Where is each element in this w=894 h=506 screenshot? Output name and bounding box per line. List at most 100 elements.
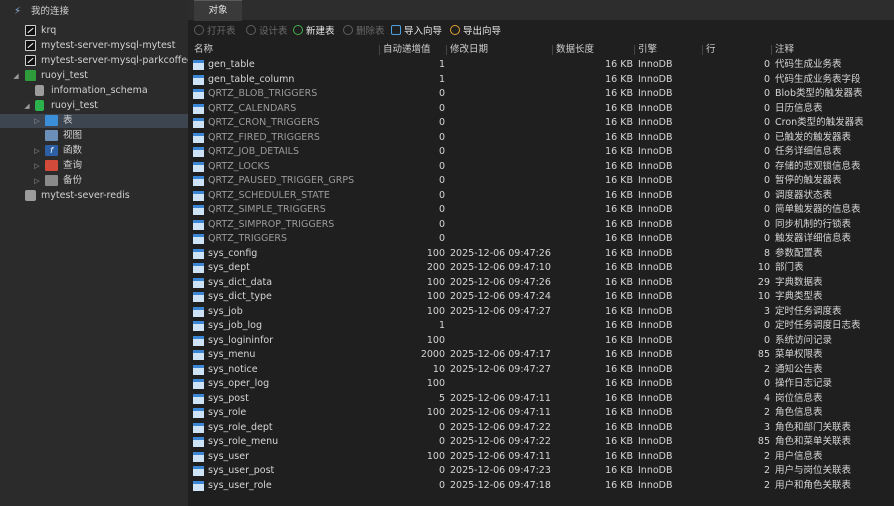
export-wizard-button[interactable]: 导出向导 <box>450 25 501 39</box>
data-length: 16 KB <box>605 349 633 360</box>
table-row[interactable]: sys_user 100 2025-12-06 09:47:11 16 KB InnoD… <box>188 450 894 465</box>
table-name: sys_job_log <box>208 320 262 331</box>
table-row[interactable]: gen_table_column 1 16 KB InnoDB 0 代码生成业务表字段 <box>188 73 894 88</box>
table-comment: 岗位信息表 <box>775 392 823 404</box>
tree-item-connection-redis[interactable]: mytest-sever-redis <box>0 189 188 203</box>
tree-item-tables[interactable]: ▷ 表 <box>0 114 188 128</box>
column-divider[interactable] <box>446 45 447 55</box>
table-name: QRTZ_PAUSED_TRIGGER_GRPS <box>208 175 355 186</box>
table-row[interactable]: sys_dict_data 100 2025-12-06 09:47:26 16 KB… <box>188 276 894 291</box>
table-row[interactable]: QRTZ_JOB_DETAILS 0 16 KB InnoDB 0 任务详细信息表 <box>188 145 894 160</box>
table-row[interactable]: QRTZ_SCHEDULER_STATE 0 16 KB InnoDB 0 调度器状态表 <box>188 189 894 204</box>
column-divider[interactable] <box>771 45 772 55</box>
tree-item-label: krq <box>41 25 57 36</box>
tree-item-db-ruoyi-test[interactable]: ◢ ruoyi_test <box>0 99 188 113</box>
table-row[interactable]: gen_table 1 16 KB InnoDB 0 代码生成业务表 <box>188 58 894 73</box>
row-count: 0 <box>763 334 770 346</box>
table-row[interactable]: sys_menu 2000 2025-12-06 09:47:17 16 KB Inno… <box>188 348 894 363</box>
engine: InnoDB <box>638 88 673 99</box>
expand-arrow-icon[interactable]: ◢ <box>23 99 31 113</box>
table-comment: 字典数据表 <box>775 276 823 288</box>
tree-item-connection-ruoyi-test[interactable]: ◢ ruoyi_test <box>0 69 188 83</box>
import-wizard-button[interactable]: 导入向导 <box>391 25 442 39</box>
table-row[interactable]: sys_post 5 2025-12-06 09:47:11 16 KB InnoDB 4… <box>188 392 894 407</box>
tree-item-queries[interactable]: ▷ 查询 <box>0 159 188 173</box>
table-icon <box>193 89 204 99</box>
table-comment: 菜单权限表 <box>775 349 823 360</box>
column-divider[interactable] <box>552 45 553 55</box>
column-header-name[interactable]: 名称 <box>194 43 213 57</box>
expand-arrow-icon[interactable]: ◢ <box>12 69 20 83</box>
table-icon <box>193 393 204 404</box>
table-row[interactable]: sys_user_post 0 2025-12-06 09:47:23 16 KB In… <box>188 464 894 479</box>
table-comment: 角色和菜单关联表 <box>775 436 852 447</box>
column-divider[interactable] <box>702 45 703 55</box>
auto-increment-value: 100 <box>426 378 445 389</box>
table-row[interactable]: sys_dept 200 2025-12-06 09:47:10 16 KB InnoD… <box>188 261 894 276</box>
table-row[interactable]: QRTZ_LOCKS 0 16 KB InnoDB 0 存储的悲观锁信息表 <box>188 160 894 175</box>
query-icon <box>45 160 58 171</box>
auto-increment-value: 0 <box>438 465 445 476</box>
column-header-auto-increment[interactable]: 自动递增值 <box>383 43 431 57</box>
engine: InnoDB <box>638 349 673 360</box>
tree-item-my-connections[interactable]: ⚡ 我的连接 <box>0 5 188 19</box>
row-count: 0 <box>763 160 770 172</box>
column-header-comment[interactable]: 注释 <box>775 43 794 57</box>
expand-arrow-icon[interactable]: ▷ <box>33 144 41 158</box>
table-row[interactable]: QRTZ_BLOB_TRIGGERS 0 16 KB InnoDB 0 Blob类型的触发… <box>188 87 894 102</box>
table-row[interactable]: sys_job 100 2025-12-06 09:47:27 16 KB InnoDB… <box>188 305 894 320</box>
delete-table-button[interactable]: 删除表 <box>343 25 385 39</box>
engine: InnoDB <box>638 117 673 128</box>
export-icon <box>450 25 460 35</box>
column-header-engine[interactable]: 引擎 <box>638 43 657 57</box>
table-row[interactable]: sys_notice 10 2025-12-06 09:47:27 16 KB Inno… <box>188 363 894 378</box>
tree-item-backups[interactable]: ▷ 备份 <box>0 174 188 188</box>
table-row[interactable]: sys_job_log 1 16 KB InnoDB 0 定时任务调度日志表 <box>188 319 894 334</box>
engine: InnoDB <box>638 421 673 433</box>
column-header-data-length[interactable]: 数据长度 <box>556 43 594 57</box>
redis-icon <box>25 190 36 201</box>
tab-objects[interactable]: 对象 <box>194 0 242 21</box>
table-row[interactable]: QRTZ_TRIGGERS 0 16 KB InnoDB 0 触发器详细信息表 <box>188 232 894 247</box>
row-count: 2 <box>763 450 770 462</box>
expand-arrow-icon[interactable]: ▷ <box>33 174 41 188</box>
column-header-modified-date[interactable]: 修改日期 <box>450 43 488 57</box>
open-table-button[interactable]: 打开表 <box>194 25 236 39</box>
tree-item-connection-parkcoffee[interactable]: mytest-server-mysql-parkcoffee <box>0 54 193 68</box>
open-table-label: 打开表 <box>207 26 236 37</box>
column-divider[interactable] <box>379 45 380 55</box>
table-row[interactable]: QRTZ_CALENDARS 0 16 KB InnoDB 0 日历信息表 <box>188 102 894 117</box>
table-row[interactable]: sys_logininfor 100 16 KB InnoDB 0 系统访问记录 <box>188 334 894 349</box>
table-row[interactable]: sys_config 100 2025-12-06 09:47:26 16 KB Inn… <box>188 247 894 262</box>
table-row[interactable]: QRTZ_SIMPLE_TRIGGERS 0 16 KB InnoDB 0 简单触发器的信… <box>188 203 894 218</box>
design-table-label: 设计表 <box>259 26 288 37</box>
design-table-button[interactable]: 设计表 <box>246 25 288 39</box>
tree-item-db-information-schema[interactable]: information_schema <box>0 84 188 98</box>
expand-arrow-icon[interactable]: ▷ <box>33 159 41 173</box>
new-table-button[interactable]: 新建表 <box>293 25 335 39</box>
table-row[interactable]: sys_role 100 2025-12-06 09:47:11 16 KB InnoD… <box>188 406 894 421</box>
engine: InnoDB <box>638 392 673 404</box>
table-row[interactable]: QRTZ_FIRED_TRIGGERS 0 16 KB InnoDB 0 已触发的触发器表 <box>188 131 894 146</box>
table-row[interactable]: QRTZ_PAUSED_TRIGGER_GRPS 0 16 KB InnoDB 0 暂停的… <box>188 174 894 189</box>
auto-increment-value: 100 <box>426 276 445 288</box>
table-comment: 定时任务调度日志表 <box>775 320 861 331</box>
tree-item-views[interactable]: 视图 <box>0 129 188 143</box>
table-row[interactable]: sys_user_role 0 2025-12-06 09:47:18 16 KB In… <box>188 479 894 494</box>
expand-arrow-icon[interactable]: ▷ <box>33 114 41 128</box>
table-row[interactable]: sys_role_menu 0 2025-12-06 09:47:22 16 KB In… <box>188 435 894 450</box>
auto-increment-value: 100 <box>426 305 445 317</box>
table-row[interactable]: QRTZ_SIMPROP_TRIGGERS 0 16 KB InnoDB 0 同步机制的行… <box>188 218 894 233</box>
table-icon <box>193 219 204 230</box>
column-header-rows[interactable]: 行 <box>706 43 716 57</box>
column-divider[interactable] <box>634 45 635 55</box>
auto-increment-value: 1 <box>438 73 445 85</box>
tree-item-functions[interactable]: ▷ f 函数 <box>0 144 188 158</box>
table-row[interactable]: QRTZ_CRON_TRIGGERS 0 16 KB InnoDB 0 Cron类型的触发… <box>188 116 894 131</box>
table-row[interactable]: sys_oper_log 100 16 KB InnoDB 0 操作日志记录 <box>188 377 894 392</box>
tree-item-connection-krq[interactable]: krq <box>0 24 188 38</box>
table-row[interactable]: sys_role_dept 0 2025-12-06 09:47:22 16 KB In… <box>188 421 894 436</box>
table-row[interactable]: sys_dict_type 100 2025-12-06 09:47:24 16 KB… <box>188 290 894 305</box>
auto-increment-value: 0 <box>438 218 445 230</box>
tree-item-connection-mytest[interactable]: mytest-server-mysql-mytest <box>0 39 188 53</box>
